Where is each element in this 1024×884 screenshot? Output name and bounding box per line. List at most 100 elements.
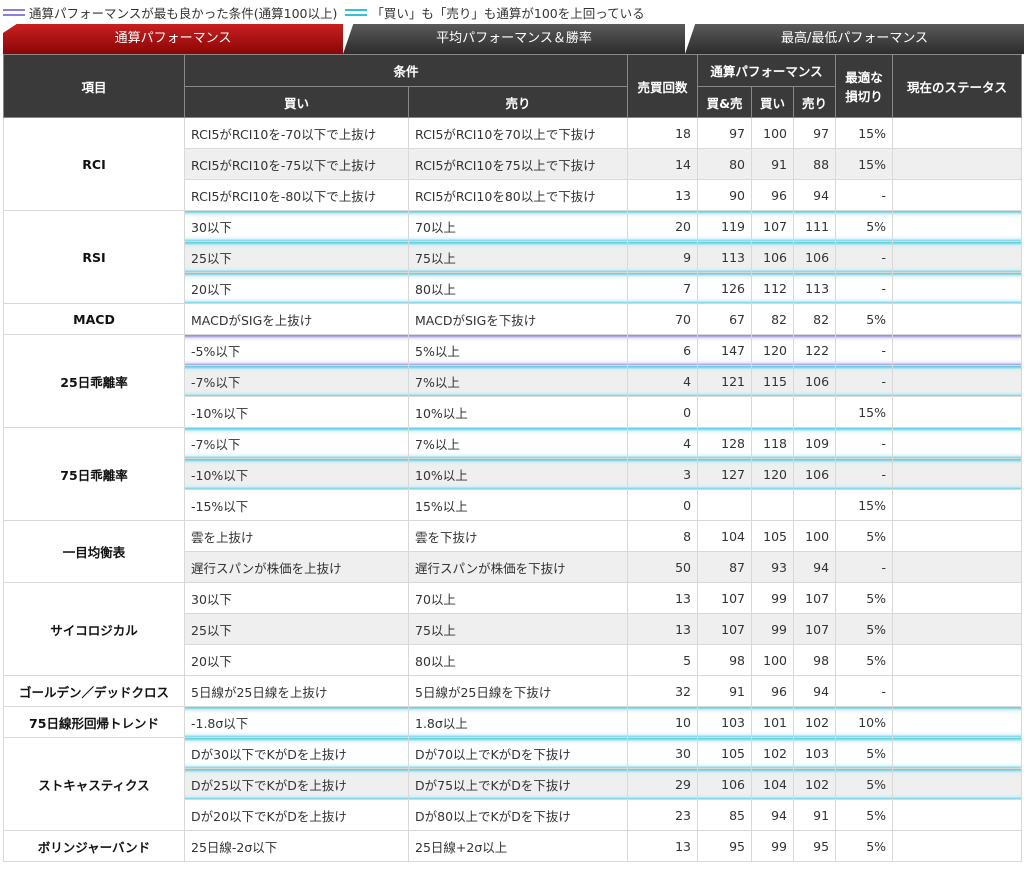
table-row: サイコロジカル 30以下 70以上 13 107 99 107 5% [3, 582, 1023, 676]
table-row: 25日乖離率 -5%以下 5%以上 6 147 120 122- [3, 334, 1023, 428]
total-sell: 107 [793, 613, 837, 645]
total-buy: 107 [751, 210, 795, 242]
sell-condition: 80以上 [407, 644, 629, 676]
table-row: ゴールデン／デッドクロス 5日線が25日線を上抜け 5日線が25日線を下抜け 32 91… [3, 675, 1023, 707]
optimal-stop: - [835, 675, 894, 707]
tab-total-performance[interactable]: 通算パフォーマンス [3, 24, 343, 54]
sell-condition: Dが75以上でKがDを下抜け [407, 768, 629, 800]
total-both: 107 [697, 582, 753, 614]
buy-condition: 25以下 [184, 613, 409, 645]
total-sell: 88 [793, 148, 837, 180]
indicator-name: 75日線形回帰トレンド [3, 706, 185, 738]
total-both: 98 [697, 644, 753, 676]
total-both: 103 [697, 706, 753, 738]
table-row: RSI 30以下 70以上 20 119 107 111 5% [3, 210, 1023, 304]
total-both: 67 [697, 303, 753, 335]
buy-condition: RCI5がRCI10を-75以下で上抜け [184, 148, 409, 180]
buy-condition: -10%以下 [184, 396, 409, 428]
buy-condition: Dが30以下でKがDを上抜け [184, 737, 409, 769]
total-sell: 100 [793, 520, 837, 552]
current-status [892, 241, 1023, 273]
current-status [892, 644, 1023, 676]
current-status [892, 365, 1023, 397]
total-buy: 82 [751, 303, 795, 335]
total-buy: 96 [751, 675, 795, 707]
indicator-name: ストキャスティクス [3, 737, 185, 831]
sell-condition: Dが70以上でKがDを下抜け [407, 737, 629, 769]
trade-count: 5 [627, 644, 699, 676]
total-sell: 102 [793, 768, 837, 800]
current-status [892, 396, 1023, 428]
optimal-stop: 5% [835, 582, 894, 614]
optimal-stop: - [835, 551, 894, 583]
optimal-stop: - [835, 365, 894, 397]
trade-count: 13 [627, 830, 699, 862]
optimal-stop: 5% [835, 737, 894, 769]
total-sell: 107 [793, 582, 837, 614]
trade-count: 23 [627, 799, 699, 831]
buy-condition: -10%以下 [184, 458, 409, 490]
legend-purple-label: 通算パフォーマンスが最も良かった条件(通算100以上) [29, 5, 338, 21]
total-sell: 103 [793, 737, 837, 769]
optimal-stop: 15% [835, 117, 894, 149]
current-status [892, 303, 1023, 335]
current-status [892, 799, 1023, 831]
total-buy: 120 [751, 458, 795, 490]
sell-condition: 25日線+2σ以上 [407, 830, 629, 862]
buy-condition: Dが20以下でKがDを上抜け [184, 799, 409, 831]
trade-count: 14 [627, 148, 699, 180]
trade-count: 50 [627, 551, 699, 583]
total-both: 147 [697, 334, 753, 366]
trade-count: 13 [627, 582, 699, 614]
total-both [697, 396, 753, 428]
sell-condition: 75以上 [407, 241, 629, 273]
total-both: 85 [697, 799, 753, 831]
buy-condition: Dが25以下でKがDを上抜け [184, 768, 409, 800]
trade-count: 30 [627, 737, 699, 769]
table-row: ボリンジャーバンド 25日線-2σ以下 25日線+2σ以上 13 95 99 95 5% [3, 830, 1023, 862]
current-status [892, 737, 1023, 769]
total-both: 127 [697, 458, 753, 490]
header-optimal-stop: 最適な損切り [835, 54, 894, 118]
optimal-stop: 5% [835, 768, 894, 800]
buy-condition: RCI5がRCI10を-70以下で上抜け [184, 117, 409, 149]
optimal-stop: 10% [835, 706, 894, 738]
table-row: 75日線形回帰トレンド -1.8σ以下 1.8σ以上 10 103 101 102 10% [3, 706, 1023, 738]
current-status [892, 768, 1023, 800]
legend-cyan-label: 「買い」も「売り」も通算が100を上回っている [371, 5, 645, 21]
optimal-stop: 15% [835, 396, 894, 428]
total-both: 121 [697, 365, 753, 397]
header-condition: 条件 [183, 54, 629, 87]
buy-condition: -15%以下 [184, 489, 409, 521]
table-row: 75日乖離率 -7%以下 7%以上 4 128 118 109- [3, 427, 1023, 521]
total-both: 105 [697, 737, 753, 769]
total-both: 95 [697, 830, 753, 862]
tab-max-min-performance[interactable]: 最高/最低パフォーマンス [685, 24, 1024, 54]
optimal-stop: 5% [835, 613, 894, 645]
total-sell: 111 [793, 210, 837, 242]
buy-condition: 雲を上抜け [184, 520, 409, 552]
sell-condition: 7%以上 [407, 365, 629, 397]
trade-count: 29 [627, 768, 699, 800]
buy-condition: -5%以下 [184, 334, 409, 366]
header-item: 項目 [3, 54, 185, 118]
legend: 通算パフォーマンスが最も良かった条件(通算100以上) 「買い」も「売り」も通算… [0, 0, 1024, 24]
header-buy-perf: 買い [751, 86, 795, 118]
sell-condition: 70以上 [407, 582, 629, 614]
indicator-name: ボリンジャーバンド [3, 830, 185, 862]
total-buy: 93 [751, 551, 795, 583]
total-both: 97 [697, 117, 753, 149]
tab-average-performance[interactable]: 平均パフォーマンス＆勝率 [343, 24, 685, 54]
total-both: 80 [697, 148, 753, 180]
buy-condition: 25日線-2σ以下 [184, 830, 409, 862]
total-sell: 94 [793, 675, 837, 707]
total-buy: 94 [751, 799, 795, 831]
total-sell: 106 [793, 241, 837, 273]
total-sell: 91 [793, 799, 837, 831]
optimal-stop: 5% [835, 799, 894, 831]
total-buy: 101 [751, 706, 795, 738]
trade-count: 4 [627, 365, 699, 397]
total-buy: 104 [751, 768, 795, 800]
current-status [892, 520, 1023, 552]
table-body: RCI RCI5がRCI10を-70以下で上抜け RCI5がRCI10を70以上で下… [3, 117, 1023, 862]
